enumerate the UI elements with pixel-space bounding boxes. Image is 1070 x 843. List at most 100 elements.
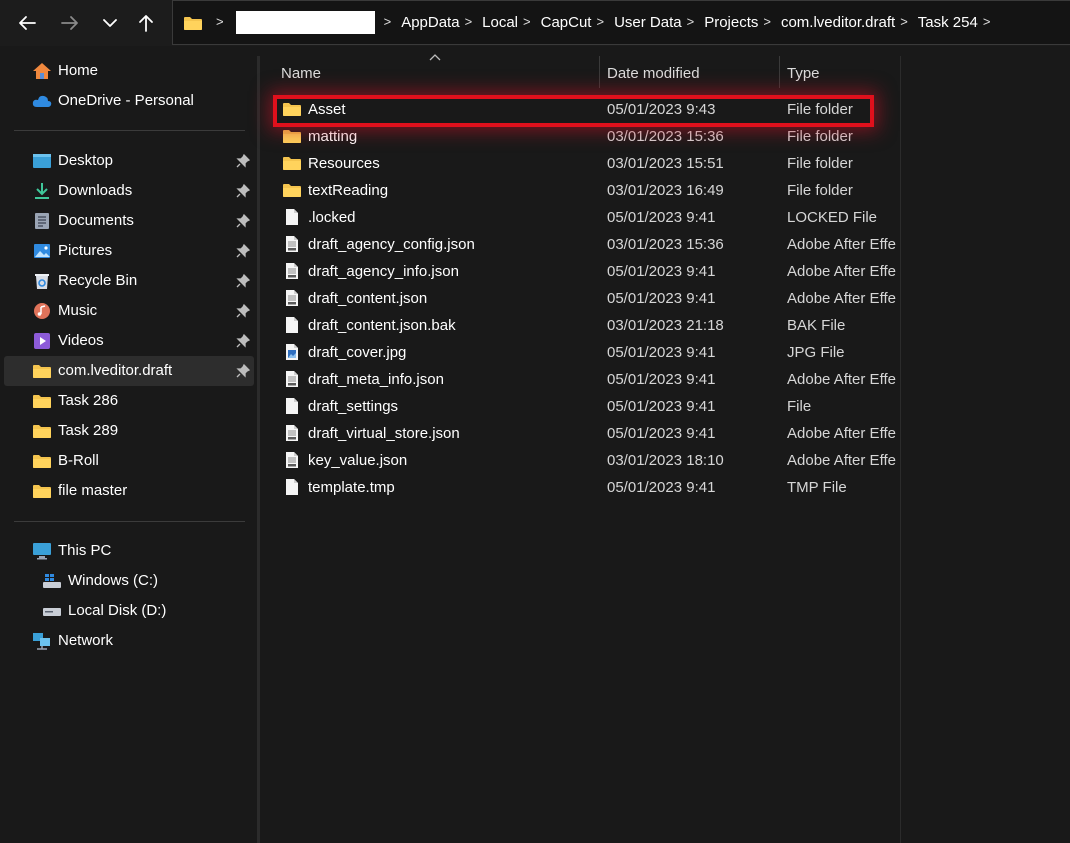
breadcrumb-appdata[interactable]: AppData xyxy=(401,14,459,31)
sidebar-item-desktop[interactable]: Desktop xyxy=(4,146,254,176)
sidebar-item-network[interactable]: Network xyxy=(4,626,254,656)
pin-icon[interactable] xyxy=(236,334,250,348)
breadcrumb-separator[interactable]: > xyxy=(216,14,224,29)
breadcrumb-separator[interactable]: > xyxy=(523,14,531,29)
file-row-asset[interactable]: Asset 05/01/2023 9:43 File folder xyxy=(272,96,900,123)
sidebar-item-recycle-bin[interactable]: Recycle Bin xyxy=(4,266,254,296)
file-row-draft-cover-jpg[interactable]: draft_cover.jpg 05/01/2023 9:41 JPG File xyxy=(272,339,900,366)
file-date-modified: 03/01/2023 18:10 xyxy=(607,452,724,469)
json-file-icon xyxy=(282,289,302,307)
file-icon xyxy=(282,316,302,334)
file-row-draft-agency-config-json[interactable]: draft_agency_config.json 03/01/2023 15:36… xyxy=(272,231,900,258)
file-date-modified: 05/01/2023 9:41 xyxy=(607,263,716,280)
sidebar-item-downloads[interactable]: Downloads xyxy=(4,176,254,206)
pin-icon[interactable] xyxy=(236,184,250,198)
file-row-draft-settings[interactable]: draft_settings 05/01/2023 9:41 File xyxy=(272,393,900,420)
sidebar-item-windows-c[interactable]: Windows (C:) xyxy=(4,566,254,596)
breadcrumb-com-lveditor-draft[interactable]: com.lveditor.draft xyxy=(781,14,895,31)
breadcrumb-task-254[interactable]: Task 254 xyxy=(918,14,978,31)
sidebar-item-documents[interactable]: Documents xyxy=(4,206,254,236)
address-bar[interactable]: > > AppData > Local > CapCut > User Data… xyxy=(172,0,1070,45)
onedrive-icon xyxy=(32,92,52,110)
column-separator[interactable] xyxy=(779,56,780,88)
sidebar-item-home[interactable]: Home xyxy=(4,56,254,86)
sidebar-item-label: Task 289 xyxy=(58,422,119,439)
file-date-modified: 05/01/2023 9:41 xyxy=(607,344,716,361)
json-file-icon xyxy=(282,370,302,388)
breadcrumb-separator[interactable]: > xyxy=(687,14,695,29)
file-row-draft-virtual-store-json[interactable]: draft_virtual_store.json 05/01/2023 9:41 A… xyxy=(272,420,900,447)
file-name: Resources xyxy=(308,155,380,172)
column-header-name[interactable]: Name xyxy=(281,56,599,90)
file-row-key-value-json[interactable]: key_value.json 03/01/2023 18:10 Adobe Afte… xyxy=(272,447,900,474)
file-type: TMP File xyxy=(787,479,847,496)
file-list-pane: Name Date modified Type Asset 05/01/2023 … xyxy=(260,46,1070,843)
file-date-modified: 05/01/2023 9:41 xyxy=(607,425,716,442)
file-name: draft_agency_info.json xyxy=(308,263,459,280)
json-file-icon xyxy=(282,235,302,253)
pin-icon[interactable] xyxy=(236,364,250,378)
up-arrow-icon xyxy=(139,15,153,32)
pin-icon[interactable] xyxy=(236,274,250,288)
breadcrumb-separator[interactable]: > xyxy=(465,14,473,29)
sidebar-item-label: Music xyxy=(58,302,98,319)
file-type: Adobe After Effe xyxy=(787,263,896,280)
sidebar-item-label: Task 286 xyxy=(58,392,119,409)
file-date-modified: 05/01/2023 9:41 xyxy=(607,398,716,415)
pin-icon[interactable] xyxy=(236,304,250,318)
sidebar-item-videos[interactable]: Videos xyxy=(4,326,254,356)
file-date-modified: 03/01/2023 21:18 xyxy=(607,317,724,334)
file-name: draft_content.json xyxy=(308,290,428,307)
file-row-draft-content-json-bak[interactable]: draft_content.json.bak 03/01/2023 21:18 BA… xyxy=(272,312,900,339)
pin-icon[interactable] xyxy=(236,244,250,258)
file-row-locked[interactable]: .locked 05/01/2023 9:41 LOCKED File xyxy=(272,204,900,231)
file-date-modified: 05/01/2023 9:41 xyxy=(607,290,716,307)
file-row-matting[interactable]: matting 03/01/2023 15:36 File folder xyxy=(272,123,900,150)
pin-icon[interactable] xyxy=(236,154,250,168)
sidebar-item-task-289[interactable]: Task 289 xyxy=(4,416,254,446)
sidebar-item-onedrive[interactable]: OneDrive - Personal xyxy=(4,86,254,116)
column-separator[interactable] xyxy=(599,56,600,88)
breadcrumb-capcut[interactable]: CapCut xyxy=(541,14,592,31)
pin-icon[interactable] xyxy=(236,214,250,228)
file-date-modified: 03/01/2023 15:36 xyxy=(607,128,724,145)
breadcrumb-separator[interactable]: > xyxy=(900,14,908,29)
up-button[interactable] xyxy=(131,8,161,38)
file-row-draft-meta-info-json[interactable]: draft_meta_info.json 05/01/2023 9:41 Adobe… xyxy=(272,366,900,393)
sidebar-item-music[interactable]: Music xyxy=(4,296,254,326)
folder-icon xyxy=(282,100,302,118)
sidebar-item-label: com.lveditor.draft xyxy=(58,362,173,379)
back-button[interactable] xyxy=(12,8,42,38)
breadcrumb-user-data[interactable]: User Data xyxy=(614,14,682,31)
sidebar-item-this-pc[interactable]: This PC xyxy=(4,536,254,566)
sidebar-item-b-roll[interactable]: B-Roll xyxy=(4,446,254,476)
forward-button[interactable] xyxy=(55,8,85,38)
sidebar-item-local-disk-d[interactable]: Local Disk (D:) xyxy=(4,596,254,626)
file-row-draft-agency-info-json[interactable]: draft_agency_info.json 05/01/2023 9:41 Ado… xyxy=(272,258,900,285)
pictures-icon xyxy=(32,242,52,260)
file-row-textreading[interactable]: textReading 03/01/2023 16:49 File folder xyxy=(272,177,900,204)
column-header-date-modified[interactable]: Date modified xyxy=(607,56,777,90)
sidebar-item-label: Recycle Bin xyxy=(58,272,138,289)
breadcrumb-separator[interactable]: > xyxy=(384,14,392,29)
file-row-draft-content-json[interactable]: draft_content.json 05/01/2023 9:41 Adobe A… xyxy=(272,285,900,312)
file-row-resources[interactable]: Resources 03/01/2023 15:51 File folder xyxy=(272,150,900,177)
breadcrumb-separator[interactable]: > xyxy=(596,14,604,29)
file-icon xyxy=(282,478,302,496)
breadcrumb-local[interactable]: Local xyxy=(482,14,518,31)
file-type: BAK File xyxy=(787,317,846,334)
breadcrumb-separator[interactable]: > xyxy=(763,14,771,29)
breadcrumb-projects[interactable]: Projects xyxy=(704,14,758,31)
file-type: File xyxy=(787,398,812,415)
recent-locations-button[interactable] xyxy=(95,8,125,38)
redacted-username[interactable] xyxy=(235,11,375,34)
sidebar-item-pictures[interactable]: Pictures xyxy=(4,236,254,266)
column-header-type[interactable]: Type xyxy=(787,56,897,90)
sidebar-item-com-lveditor-draft[interactable]: com.lveditor.draft xyxy=(4,356,254,386)
file-row-template-tmp[interactable]: template.tmp 05/01/2023 9:41 TMP File xyxy=(272,474,900,501)
recycle-bin-icon xyxy=(32,272,52,290)
sidebar-item-task-286[interactable]: Task 286 xyxy=(4,386,254,416)
sidebar-item-file-master[interactable]: file master xyxy=(4,476,254,506)
sidebar-item-label: Downloads xyxy=(58,182,133,199)
breadcrumb-separator[interactable]: > xyxy=(983,14,991,29)
